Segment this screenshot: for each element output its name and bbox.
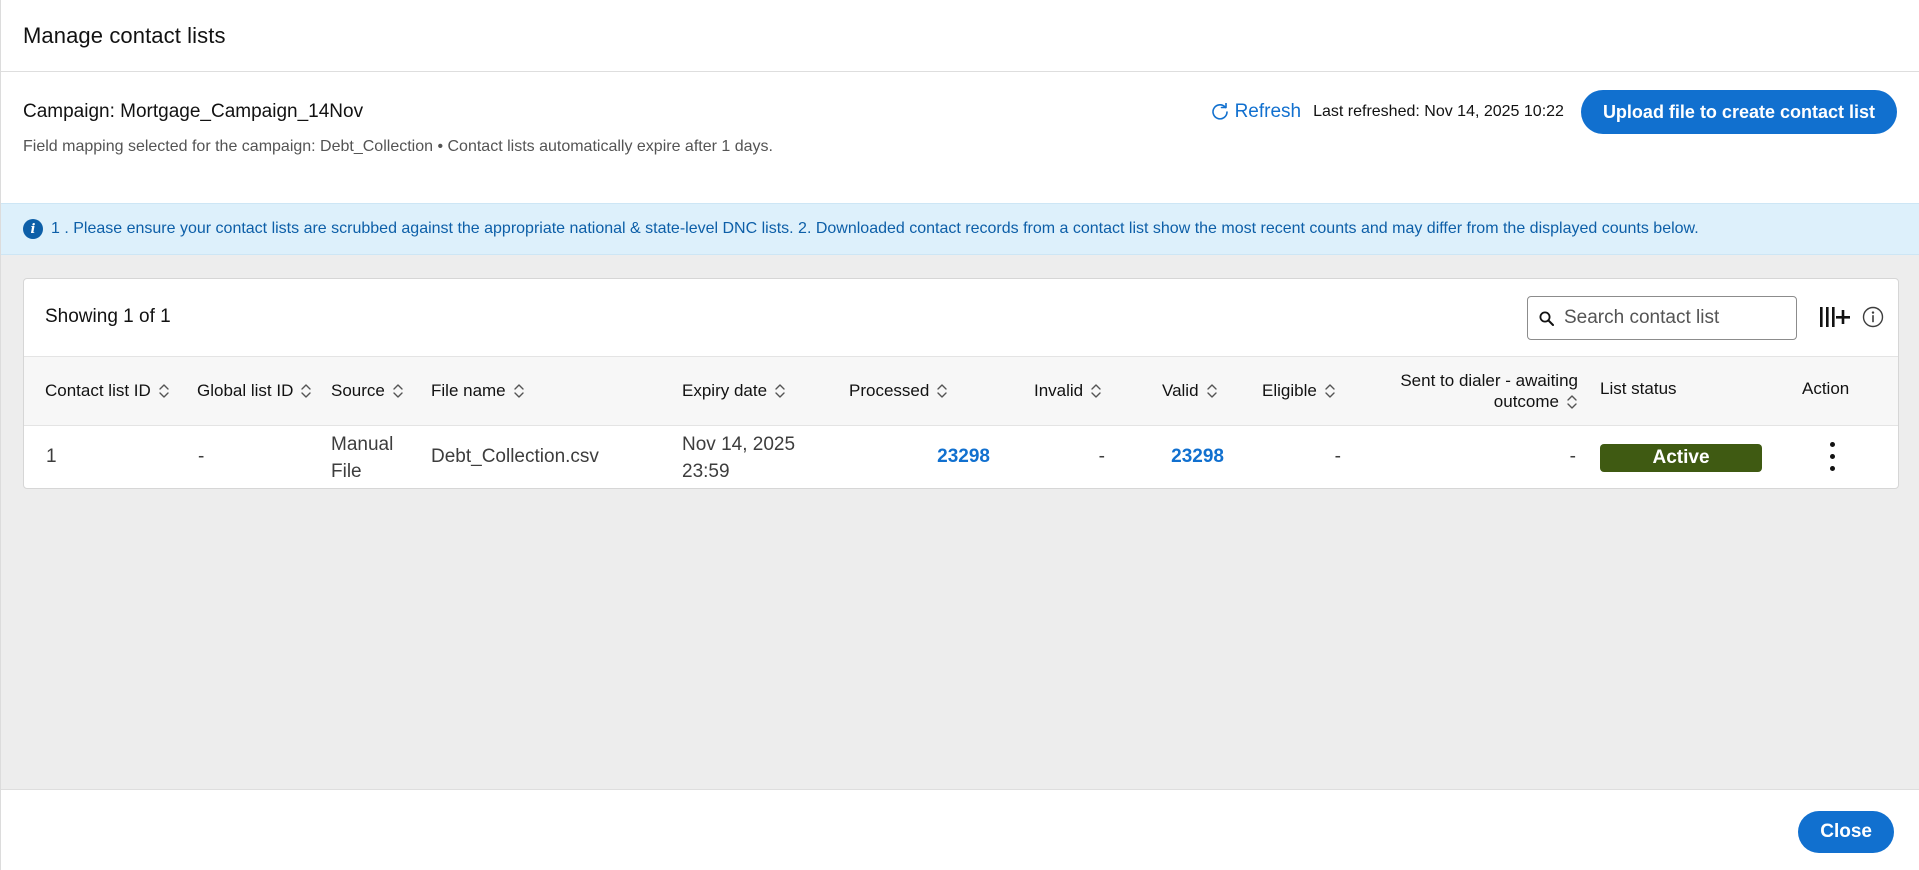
cell-expiry-date: Nov 14, 2025 23:59 [682, 431, 795, 485]
column-header-list-status: List status [1600, 379, 1677, 399]
row-actions-menu-icon[interactable] [1822, 438, 1842, 474]
sort-icon[interactable] [936, 382, 948, 400]
showing-count: Showing 1 of 1 [45, 306, 171, 327]
column-header-source[interactable]: Source [331, 381, 404, 401]
cell-valid-link[interactable]: 23298 [1171, 446, 1224, 468]
cell-eligible: - [1334, 446, 1341, 467]
campaign-subtitle: Field mapping selected for the campaign:… [23, 138, 773, 155]
column-header-file-name[interactable]: File name [431, 381, 525, 401]
sort-icon[interactable] [300, 382, 312, 400]
add-column-icon[interactable] [1819, 305, 1851, 334]
column-header-invalid[interactable]: Invalid [1034, 381, 1102, 401]
cell-processed-link[interactable]: 23298 [937, 446, 990, 468]
kebab-dot [1829, 465, 1835, 471]
content-area: Showing 1 of 1 Search contact list Conta… [1, 255, 1919, 789]
sort-icon[interactable] [774, 382, 786, 400]
column-header-processed[interactable]: Processed [849, 381, 948, 401]
kebab-dot [1829, 453, 1835, 459]
table-row: 1 - Manual File Debt_Collection.csv Nov … [24, 426, 1898, 489]
cell-invalid: - [1098, 446, 1105, 467]
table-header: Contact list ID Global list ID Source Fi… [24, 357, 1898, 426]
column-label-line2: outcome [1358, 391, 1578, 412]
search-box[interactable] [1527, 296, 1797, 340]
table-toolbar: Showing 1 of 1 [24, 279, 1898, 357]
column-header-sent-to-dialer[interactable]: Sent to dialer - awaiting outcome [1358, 370, 1578, 412]
refresh-label: Refresh [1234, 101, 1302, 122]
cell-global-list-id: - [198, 446, 205, 467]
table-info-icon[interactable] [1862, 306, 1884, 333]
contact-list-table-card: Showing 1 of 1 Search contact list Conta… [23, 278, 1899, 489]
column-label: Invalid [1034, 381, 1084, 400]
close-button[interactable]: Close [1798, 811, 1894, 853]
sort-icon[interactable] [1566, 393, 1578, 411]
column-label: Processed [849, 381, 930, 400]
cell-file-name: Debt_Collection.csv [431, 446, 599, 467]
upload-contact-list-button[interactable]: Upload file to create contact list [1580, 90, 1897, 134]
info-banner: i 1 . Please ensure your contact lists a… [1, 203, 1919, 255]
column-label: List status [1600, 379, 1677, 398]
sort-icon[interactable] [392, 382, 404, 400]
campaign-bar: Campaign: Mortgage_Campaign_14Nov Field … [1, 72, 1919, 203]
column-label: Contact list ID [45, 381, 151, 400]
column-label: Eligible [1262, 381, 1317, 400]
column-label: outcome [1493, 392, 1559, 411]
cell-source: Manual File [331, 431, 393, 485]
column-header-valid[interactable]: Valid [1162, 381, 1218, 401]
cell-contact-list-id: 1 [46, 446, 57, 467]
modal-title: Manage contact lists [23, 22, 226, 48]
status-badge: Active [1600, 444, 1762, 472]
last-refreshed-text: Last refreshed: Nov 14, 2025 10:22 [1313, 103, 1564, 120]
column-label: Action [1802, 379, 1850, 398]
modal-footer: Close [1, 789, 1919, 870]
search-icon [1539, 311, 1554, 326]
sort-icon[interactable] [1324, 382, 1336, 400]
search-input[interactable] [1564, 307, 1784, 329]
info-banner-text: 1 . Please ensure your contact lists are… [51, 220, 1699, 237]
column-label: File name [431, 381, 506, 400]
sort-icon[interactable] [158, 382, 170, 400]
column-label: Expiry date [682, 381, 768, 400]
column-header-eligible[interactable]: Eligible [1262, 381, 1336, 401]
sort-icon[interactable] [1090, 382, 1102, 400]
campaign-actions: Refresh Last refreshed: Nov 14, 2025 10:… [1211, 90, 1897, 134]
kebab-dot [1829, 441, 1835, 447]
info-icon: i [23, 219, 43, 239]
manage-contact-lists-modal: Manage contact lists Campaign: Mortgage_… [0, 0, 1919, 870]
column-label: Source [331, 381, 385, 400]
cell-source-line1: Manual [331, 434, 394, 455]
refresh-button[interactable]: Refresh [1211, 101, 1302, 123]
column-label: Global list ID [197, 381, 294, 400]
cell-source-line2: File [331, 461, 362, 482]
column-label: Valid [1162, 381, 1199, 400]
column-header-expiry-date[interactable]: Expiry date [682, 381, 786, 401]
sort-icon[interactable] [513, 382, 525, 400]
column-header-global-list-id[interactable]: Global list ID [197, 381, 312, 401]
cell-expiry-line1: Nov 14, 2025 [682, 434, 796, 455]
cell-expiry-line2: 23:59 [682, 461, 730, 482]
column-header-contact-list-id[interactable]: Contact list ID [45, 381, 170, 401]
column-label: Sent to dialer - awaiting [1400, 371, 1578, 390]
campaign-title: Campaign: Mortgage_Campaign_14Nov [23, 101, 364, 122]
column-header-action: Action [1802, 379, 1849, 399]
sort-icon[interactable] [1206, 382, 1218, 400]
modal-header: Manage contact lists [1, 0, 1919, 72]
cell-sent-to-dialer: - [1569, 446, 1576, 467]
refresh-icon [1211, 103, 1228, 120]
